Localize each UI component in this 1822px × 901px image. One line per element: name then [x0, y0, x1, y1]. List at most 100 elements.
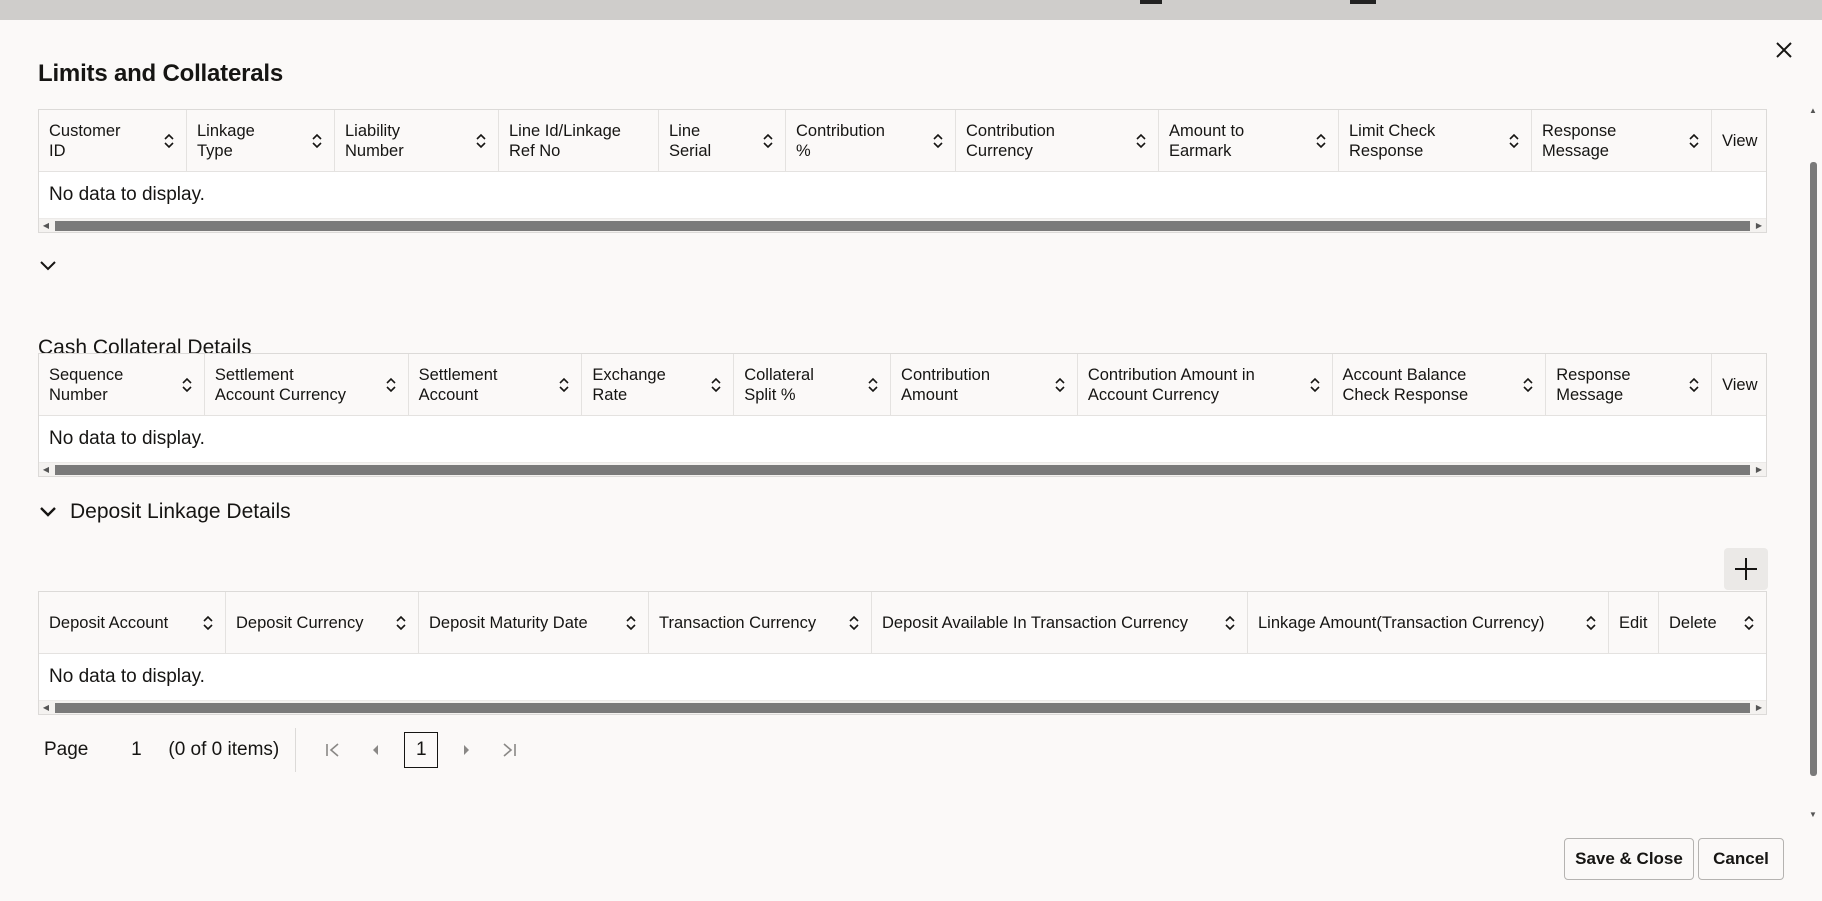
horizontal-scrollbar[interactable]: ◀ ▶: [39, 462, 1766, 476]
deposit-linkage-toggle[interactable]: Deposit Linkage Details: [38, 500, 291, 524]
next-page-button[interactable]: [452, 735, 482, 765]
sort-icon[interactable]: [1742, 615, 1756, 631]
column-header[interactable]: Line Serial: [659, 110, 786, 171]
column-header[interactable]: View: [1712, 354, 1766, 415]
column-header[interactable]: Deposit Account: [39, 592, 226, 653]
column-header[interactable]: Deposit Maturity Date: [419, 592, 649, 653]
scroll-left-icon[interactable]: ◀: [39, 701, 53, 715]
column-header[interactable]: Line Id/Linkage Ref No: [499, 110, 659, 171]
column-header[interactable]: Deposit Available In Transaction Currenc…: [872, 592, 1248, 653]
sort-icon[interactable]: [624, 615, 638, 631]
column-header[interactable]: Delete: [1659, 592, 1766, 653]
dialog-title: Limits and Collaterals: [38, 60, 283, 88]
column-header[interactable]: Contribution Currency: [956, 110, 1159, 171]
sort-icon[interactable]: [1521, 377, 1535, 393]
sort-icon[interactable]: [1314, 133, 1328, 149]
background-fragment: [1140, 0, 1162, 4]
column-header[interactable]: Transaction Currency: [649, 592, 872, 653]
column-header[interactable]: Limit Check Response: [1339, 110, 1532, 171]
plus-icon: [1733, 556, 1759, 582]
empty-message: No data to display.: [39, 416, 1766, 462]
dialog-content: Limits and Collaterals Customer ID Linka…: [0, 20, 1808, 810]
sort-icon[interactable]: [180, 377, 194, 393]
scroll-up-icon[interactable]: ▲: [1808, 106, 1818, 116]
column-header[interactable]: Sequence Number: [39, 354, 205, 415]
scrollbar-thumb[interactable]: [55, 221, 1750, 231]
chevron-down-icon: [38, 502, 58, 522]
scroll-right-icon[interactable]: ▶: [1752, 463, 1766, 477]
column-header[interactable]: Edit: [1609, 592, 1659, 653]
page-input[interactable]: 1: [110, 739, 162, 761]
column-header[interactable]: Contribution Amount: [891, 354, 1078, 415]
sort-icon[interactable]: [1687, 133, 1701, 149]
sort-icon[interactable]: [201, 615, 215, 631]
sort-icon[interactable]: [1308, 377, 1322, 393]
first-page-icon: [324, 741, 342, 759]
sort-icon[interactable]: [557, 377, 571, 393]
scrollbar-thumb[interactable]: [55, 465, 1750, 475]
cash-collateral-grid-header: Sequence Number Settlement Account Curre…: [39, 354, 1766, 416]
scroll-left-icon[interactable]: ◀: [39, 219, 53, 233]
column-header[interactable]: Customer ID: [39, 110, 187, 171]
sort-icon[interactable]: [162, 133, 176, 149]
sort-icon[interactable]: [394, 615, 408, 631]
empty-message: No data to display.: [39, 172, 1766, 218]
vertical-scrollbar[interactable]: ▲ ▼: [1808, 106, 1818, 820]
sort-icon[interactable]: [1584, 615, 1598, 631]
scroll-right-icon[interactable]: ▶: [1752, 219, 1766, 233]
scroll-down-icon[interactable]: ▼: [1808, 810, 1818, 820]
column-header[interactable]: Deposit Currency: [226, 592, 419, 653]
sort-icon[interactable]: [310, 133, 324, 149]
sort-icon[interactable]: [931, 133, 945, 149]
column-header[interactable]: Linkage Amount(Transaction Currency): [1248, 592, 1609, 653]
column-header[interactable]: Linkage Type: [187, 110, 335, 171]
sort-icon[interactable]: [1134, 133, 1148, 149]
column-header[interactable]: Exchange Rate: [582, 354, 734, 415]
add-row-button[interactable]: [1724, 548, 1768, 590]
page-label: Page: [44, 739, 88, 761]
background-fragment: [1350, 0, 1376, 4]
last-page-button[interactable]: [494, 735, 524, 765]
sort-icon[interactable]: [761, 133, 775, 149]
background-page: [0, 0, 1822, 20]
column-header[interactable]: Settlement Account: [409, 354, 583, 415]
expand-toggle[interactable]: [38, 256, 58, 276]
column-header[interactable]: Amount to Earmark: [1159, 110, 1339, 171]
horizontal-scrollbar[interactable]: ◀ ▶: [39, 700, 1766, 714]
save-close-button[interactable]: Save & Close: [1564, 838, 1694, 880]
cancel-button[interactable]: Cancel: [1698, 838, 1784, 880]
sort-icon[interactable]: [847, 615, 861, 631]
sort-icon[interactable]: [1507, 133, 1521, 149]
horizontal-scrollbar[interactable]: ◀ ▶: [39, 218, 1766, 232]
scroll-right-icon[interactable]: ▶: [1752, 701, 1766, 715]
column-header[interactable]: Collateral Split %: [734, 354, 891, 415]
column-header[interactable]: Contribution %: [786, 110, 956, 171]
column-header[interactable]: Response Message: [1532, 110, 1712, 171]
chevron-right-icon: [461, 743, 473, 757]
pagination: Page 1 (0 of 0 items) 1: [38, 728, 530, 772]
sort-icon[interactable]: [1053, 377, 1067, 393]
scrollbar-thumb[interactable]: [1810, 162, 1817, 776]
column-header[interactable]: Contribution Amount in Account Currency: [1078, 354, 1333, 415]
column-header[interactable]: Liability Number: [335, 110, 499, 171]
sort-icon[interactable]: [384, 377, 398, 393]
chevron-left-icon: [369, 743, 381, 757]
column-header[interactable]: Response Message: [1546, 354, 1712, 415]
sort-icon[interactable]: [866, 377, 880, 393]
last-page-icon: [500, 741, 518, 759]
column-header[interactable]: Settlement Account Currency: [205, 354, 409, 415]
sort-icon[interactable]: [1687, 377, 1701, 393]
scroll-left-icon[interactable]: ◀: [39, 463, 53, 477]
first-page-button[interactable]: [318, 735, 348, 765]
sort-icon[interactable]: [709, 377, 723, 393]
limits-collaterals-dialog: Limits and Collaterals Customer ID Linka…: [0, 20, 1822, 901]
scrollbar-thumb[interactable]: [55, 703, 1750, 713]
chevron-down-icon: [39, 260, 57, 272]
column-header[interactable]: Account Balance Check Response: [1333, 354, 1547, 415]
page-number-button[interactable]: 1: [404, 732, 438, 768]
empty-message: No data to display.: [39, 654, 1766, 700]
column-header[interactable]: View: [1712, 110, 1766, 171]
sort-icon[interactable]: [1223, 615, 1237, 631]
previous-page-button[interactable]: [360, 735, 390, 765]
sort-icon[interactable]: [474, 133, 488, 149]
